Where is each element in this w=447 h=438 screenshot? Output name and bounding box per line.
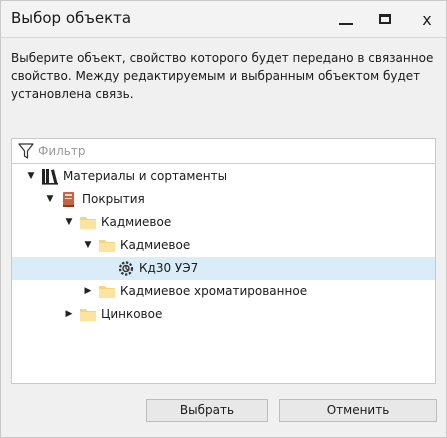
dialog-window: Выбор объекта x Выберите объект, свойств… — [0, 0, 447, 438]
tree-item-label: Покрытия — [82, 192, 145, 206]
tree-row[interactable]: ▶ Кадмиевое хроматированное — [12, 280, 435, 303]
tree-row[interactable]: ▼ Покрытия — [12, 188, 435, 211]
minimize-button[interactable] — [328, 1, 364, 37]
filter-input[interactable] — [38, 142, 428, 160]
filter-bar — [12, 139, 435, 164]
tree-row[interactable]: ▼ Материалы и сортаменты — [12, 165, 435, 188]
maximize-icon — [379, 14, 391, 24]
filter-icon — [18, 143, 34, 159]
tree-item-label: Цинковое — [101, 307, 163, 321]
close-icon: x — [422, 9, 432, 29]
tree-item-label: Кд30 УЭ7 — [139, 261, 199, 275]
tree-item-label: Кадмиевое — [101, 215, 172, 229]
collapse-arrow-icon[interactable]: ▶ — [82, 280, 94, 303]
title-bar[interactable]: Выбор объекта x — [1, 1, 446, 38]
collapse-arrow-icon[interactable]: ▶ — [63, 303, 75, 326]
expand-arrow-icon[interactable]: ▼ — [82, 234, 94, 257]
tree-row[interactable]: ▶ Цинковое — [12, 303, 435, 326]
window-title: Выбор объекта — [11, 9, 132, 27]
minimize-icon — [339, 23, 353, 25]
expand-arrow-icon[interactable]: ▼ — [44, 188, 56, 211]
tree-item-label: Кадмиевое — [120, 238, 191, 252]
select-button[interactable]: Выбрать — [146, 399, 268, 422]
folder-icon — [79, 214, 97, 231]
tree-row[interactable]: ▼ Кадмиевое — [12, 234, 435, 257]
maximize-button[interactable] — [367, 1, 403, 37]
folder-icon — [98, 283, 116, 300]
tree-item-label: Кадмиевое хроматированное — [120, 284, 308, 298]
object-tree-panel: ▼ Материалы и сортаменты ▼ Покрытия ▼ Кадмиев… — [11, 138, 436, 384]
cancel-button[interactable]: Отменить — [279, 399, 437, 422]
tree-row[interactable]: ▼ Кадмиевое — [12, 211, 435, 234]
library-icon — [41, 168, 59, 185]
material-gear-icon — [117, 260, 135, 277]
tree-item-label: Материалы и сортаменты — [63, 169, 228, 183]
folder-icon — [79, 306, 97, 323]
expand-arrow-icon[interactable]: ▼ — [63, 211, 75, 234]
book-icon — [60, 191, 78, 208]
folder-icon — [98, 237, 116, 254]
description-text: Выберите объект, свойство которого будет… — [11, 51, 434, 101]
expand-arrow-icon[interactable]: ▼ — [25, 165, 37, 188]
close-button[interactable]: x — [409, 1, 445, 37]
tree-row[interactable]: Кд30 УЭ7 — [12, 257, 435, 280]
